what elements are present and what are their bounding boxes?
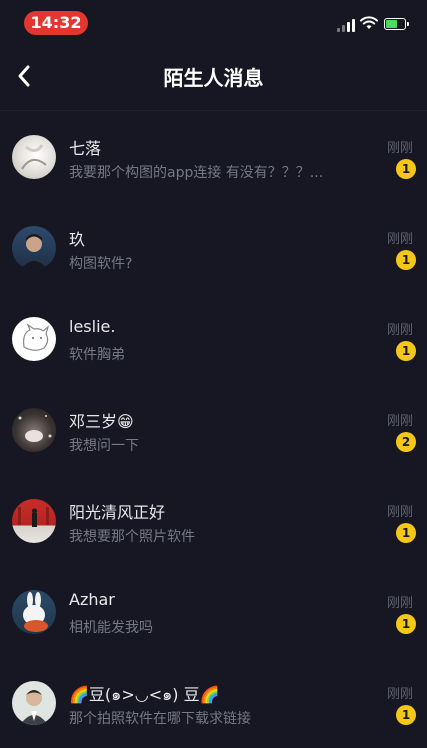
avatar (12, 408, 56, 452)
message-time: 刚刚 (386, 505, 413, 520)
message-time: 刚刚 (386, 323, 413, 338)
contact-name: 阳光清风正好 (69, 503, 166, 522)
status-bar: 14:32 (0, 0, 427, 44)
message-preview: 我想要那个照片软件 (69, 529, 195, 545)
avatar (12, 681, 56, 725)
unread-badge: 1 (396, 705, 416, 725)
conversation-row[interactable]: 邓三岁😁 我想问一下 刚刚 2 (0, 384, 427, 475)
page-title: 陌生人消息 (163, 66, 264, 90)
message-preview: 相机能发我吗 (69, 620, 153, 636)
unread-badge: 1 (396, 523, 416, 543)
status-time: 14:32 (24, 11, 88, 35)
contact-name: Azhar (69, 590, 115, 609)
contact-name: 🌈豆(๑>◡<๑) 豆🌈 (69, 685, 220, 704)
contact-name: 七落 (69, 139, 102, 158)
avatar (12, 317, 56, 361)
conversation-row[interactable]: 玖 构图软件? 刚刚 1 (0, 202, 427, 293)
conversation-row[interactable]: Azhar 相机能发我吗 刚刚 1 (0, 566, 427, 657)
message-time: 刚刚 (386, 141, 413, 156)
contact-name: leslie. (69, 317, 116, 336)
conversation-row[interactable]: leslie. 软件胸弟 刚刚 1 (0, 293, 427, 384)
unread-badge: 1 (396, 341, 416, 361)
conversation-row[interactable]: 🌈豆(๑>◡<๑) 豆🌈 那个拍照软件在哪下载求链接 刚刚 1 (0, 657, 427, 748)
message-time: 刚刚 (386, 687, 413, 702)
message-preview: 构图软件? (69, 256, 133, 272)
message-preview: 我要那个构图的app连接 有没有？？？... (69, 165, 324, 181)
avatar (12, 590, 56, 634)
unread-badge: 1 (396, 614, 416, 634)
message-time: 刚刚 (386, 414, 413, 429)
contact-name: 玖 (69, 230, 86, 249)
message-preview: 那个拍照软件在哪下载求链接 (69, 711, 251, 727)
message-preview: 软件胸弟 (69, 347, 125, 363)
conversation-row[interactable]: 阳光清风正好 我想要那个照片软件 刚刚 1 (0, 475, 427, 566)
unread-badge: 2 (396, 432, 416, 452)
avatar (12, 499, 56, 543)
signal-icon (337, 18, 357, 32)
conversation-list: 七落 我要那个构图的app连接 有没有？？？... 刚刚 1 玖 构图软件? 刚… (0, 111, 427, 748)
avatar (12, 135, 56, 179)
conversation-row[interactable]: 七落 我要那个构图的app连接 有没有？？？... 刚刚 1 (0, 111, 427, 202)
contact-name: 邓三岁😁 (69, 412, 134, 431)
unread-badge: 1 (396, 250, 416, 270)
message-preview: 我想问一下 (69, 438, 139, 454)
unread-badge: 1 (396, 159, 416, 179)
message-time: 刚刚 (386, 596, 413, 611)
battery-icon (384, 18, 409, 30)
nav-bar: 陌生人消息 (0, 44, 427, 111)
message-time: 刚刚 (386, 232, 413, 247)
wifi-icon (360, 16, 378, 29)
avatar (12, 226, 56, 270)
